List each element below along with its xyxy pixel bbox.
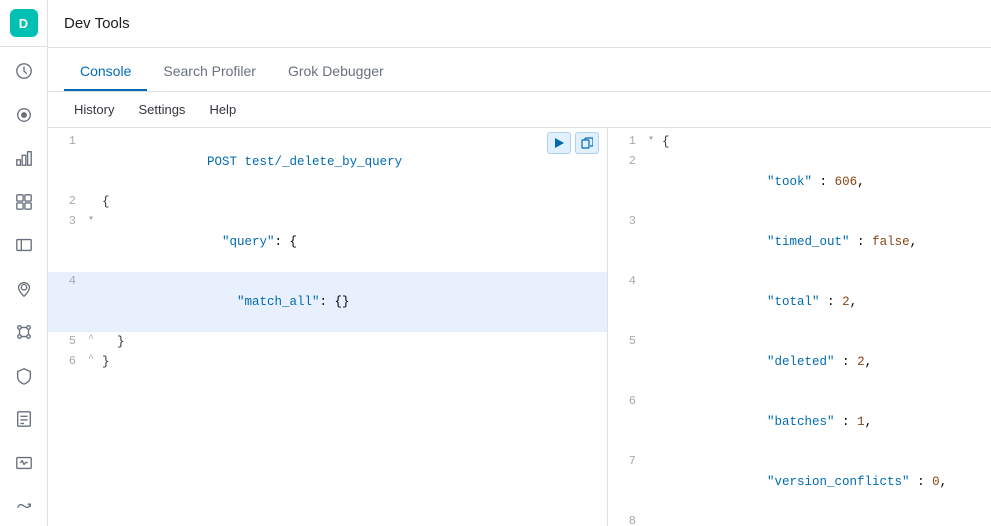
copy-button[interactable] bbox=[575, 132, 599, 154]
right-line-8: 8 "noops" : 0, bbox=[608, 512, 991, 526]
help-button[interactable]: Help bbox=[199, 98, 246, 121]
toolbar: History Settings Help bbox=[48, 92, 991, 128]
sidebar-item-uptime[interactable] bbox=[0, 486, 48, 526]
tab-search-profiler[interactable]: Search Profiler bbox=[147, 53, 272, 91]
right-line-4: 4 "total" : 2, bbox=[608, 272, 991, 332]
code-line-4: 4 "match_all": {} bbox=[48, 272, 607, 332]
sidebar-item-maps[interactable] bbox=[0, 269, 48, 309]
app-title: Dev Tools bbox=[64, 15, 130, 32]
sidebar-item-dashboard[interactable] bbox=[0, 182, 48, 222]
history-button[interactable]: History bbox=[64, 98, 124, 121]
main-content: Dev Tools Console Search Profiler Grok D… bbox=[48, 0, 991, 526]
left-editor-wrapper: 1 POST test/_delete_by_query 2 { bbox=[48, 128, 607, 526]
editor-area: 1 POST test/_delete_by_query 2 { bbox=[48, 128, 991, 526]
topbar: Dev Tools bbox=[48, 0, 991, 48]
right-editor-pane: 1 ▾ { 2 "took" : 606, 3 bbox=[608, 128, 991, 526]
sidebar-item-apm[interactable] bbox=[0, 443, 48, 483]
sidebar-item-logs[interactable] bbox=[0, 399, 48, 439]
tab-bar: Console Search Profiler Grok Debugger bbox=[48, 48, 991, 92]
settings-button[interactable]: Settings bbox=[128, 98, 195, 121]
logo-area: D bbox=[0, 0, 48, 47]
sidebar-item-discover[interactable] bbox=[0, 95, 48, 135]
code-line-6: 6 ^ } bbox=[48, 352, 607, 372]
action-buttons bbox=[547, 132, 599, 154]
right-line-1: 1 ▾ { bbox=[608, 132, 991, 152]
left-code-editor[interactable]: 1 POST test/_delete_by_query 2 { bbox=[48, 128, 607, 526]
right-line-7: 7 "version_conflicts" : 0, bbox=[608, 452, 991, 512]
sidebar-item-security[interactable] bbox=[0, 356, 48, 396]
right-line-2: 2 "took" : 606, bbox=[608, 152, 991, 212]
run-button[interactable] bbox=[547, 132, 571, 154]
right-line-3: 3 "timed_out" : false, bbox=[608, 212, 991, 272]
logo-letter: D bbox=[19, 16, 28, 31]
code-line-2: 2 { bbox=[48, 192, 607, 212]
code-line-1: 1 POST test/_delete_by_query bbox=[48, 132, 607, 192]
right-line-5: 5 "deleted" : 2, bbox=[608, 332, 991, 392]
code-line-5: 5 ^ } bbox=[48, 332, 607, 352]
sidebar-item-ml[interactable] bbox=[0, 312, 48, 352]
sidebar-item-visualize[interactable] bbox=[0, 138, 48, 178]
sidebar: D bbox=[0, 0, 48, 526]
code-line-3: 3 ▾ "query": { bbox=[48, 212, 607, 272]
sidebar-item-canvas[interactable] bbox=[0, 225, 48, 265]
right-line-6: 6 "batches" : 1, bbox=[608, 392, 991, 452]
sidebar-item-clock[interactable] bbox=[0, 51, 48, 91]
app-logo: D bbox=[10, 9, 38, 37]
right-code-editor[interactable]: 1 ▾ { 2 "took" : 606, 3 bbox=[608, 128, 991, 526]
tab-grok-debugger[interactable]: Grok Debugger bbox=[272, 53, 400, 91]
left-editor-pane: 1 POST test/_delete_by_query 2 { bbox=[48, 128, 608, 526]
tab-console[interactable]: Console bbox=[64, 53, 147, 91]
